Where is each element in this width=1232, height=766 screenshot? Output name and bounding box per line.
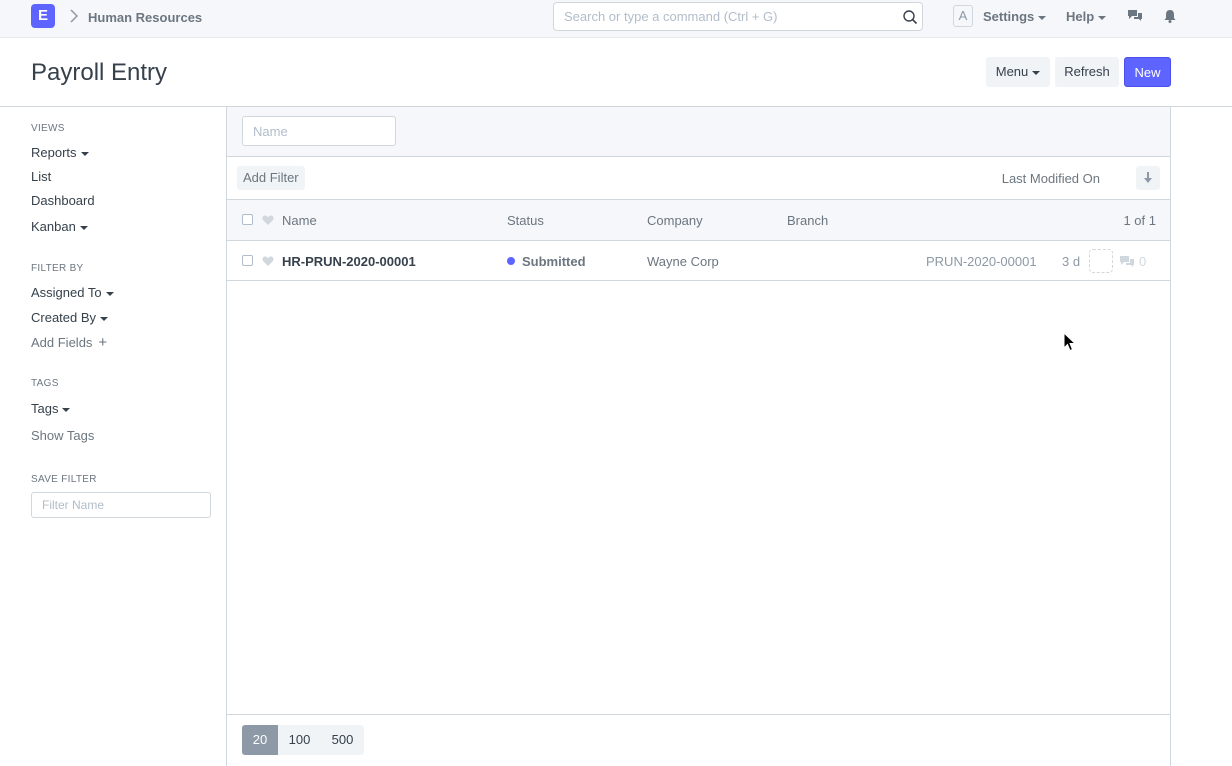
save-filter-heading: SAVE FILTER (31, 474, 97, 485)
refresh-button[interactable]: Refresh (1055, 57, 1119, 87)
settings-dropdown[interactable]: Settings (983, 9, 1047, 24)
comment-icon (1120, 256, 1134, 267)
show-tags-link[interactable]: Show Tags (31, 428, 94, 443)
caret-down-icon (1098, 15, 1107, 20)
status-indicator-dot (507, 257, 515, 265)
mouse-cursor-icon (1063, 332, 1077, 352)
navbar: E Human Resources A Settings Help (0, 0, 1232, 38)
caret-down-icon (100, 316, 109, 321)
sidebar-item-reports[interactable]: Reports (31, 145, 89, 160)
sidebar-item-list[interactable]: List (31, 169, 51, 184)
sidebar-item-assigned-to[interactable]: Assigned To (31, 285, 114, 300)
avatar[interactable]: A (953, 5, 973, 27)
comment-count: 0 (1139, 254, 1147, 269)
filter-by-heading: FILTER BY (31, 263, 84, 274)
modified-time: 3 d (1062, 254, 1081, 269)
filter-name-input[interactable] (31, 492, 211, 518)
assigned-to-label: Assigned To (31, 285, 102, 300)
document-id: PRUN-2020-00001 (926, 254, 1037, 269)
new-button[interactable]: New (1124, 57, 1171, 87)
heart-icon[interactable] (262, 255, 274, 267)
help-label: Help (1066, 9, 1095, 24)
assign-avatar-placeholder[interactable] (1089, 249, 1113, 273)
page-size-500-button[interactable]: 500 (321, 725, 364, 755)
page-length-selector: 20 100 500 (242, 725, 364, 755)
sidebar-item-kanban[interactable]: Kanban (31, 219, 88, 234)
caret-down-icon (79, 225, 88, 230)
caret-down-icon (1032, 70, 1041, 75)
kanban-label: Kanban (31, 219, 76, 234)
search-icon[interactable] (902, 9, 918, 25)
tags-heading: TAGS (31, 378, 59, 389)
caret-down-icon (62, 407, 71, 412)
reports-label: Reports (31, 145, 77, 160)
column-branch: Branch (787, 213, 829, 228)
column-status: Status (507, 213, 544, 228)
column-company: Company (647, 213, 703, 228)
list-header: Name Status Company Branch 1 of 1 (227, 200, 1170, 241)
sort-selector[interactable]: Last Modified On (1002, 171, 1100, 186)
page-head: Payroll Entry Menu Refresh New (0, 38, 1232, 107)
settings-label: Settings (983, 9, 1035, 24)
heart-icon[interactable] (262, 214, 274, 226)
standard-filter-bar (227, 107, 1170, 157)
column-name: Name (282, 213, 317, 228)
paging-area: 20 100 500 (227, 714, 1170, 766)
sort-order-button[interactable] (1136, 166, 1160, 190)
help-dropdown[interactable]: Help (1066, 9, 1107, 24)
list-view: Add Filter Last Modified On Name Status … (226, 107, 1171, 766)
caret-down-icon (105, 291, 114, 296)
chevron-right-icon (70, 9, 79, 23)
row-title-link[interactable]: HR-PRUN-2020-00001 (282, 254, 416, 269)
sidebar-item-created-by[interactable]: Created By (31, 310, 109, 325)
plus-icon: + (98, 334, 108, 351)
chat-icon[interactable] (1127, 8, 1143, 24)
menu-button[interactable]: Menu (986, 57, 1050, 87)
breadcrumb-module[interactable]: Human Resources (88, 10, 202, 25)
add-fields-link[interactable]: Add Fields + (31, 334, 107, 351)
list-count: 1 of 1 (1123, 213, 1156, 228)
filter-bar: Add Filter Last Modified On (227, 157, 1170, 200)
page-title: Payroll Entry (31, 59, 168, 86)
company-cell[interactable]: Wayne Corp (647, 254, 719, 269)
row-checkbox[interactable] (242, 255, 253, 266)
search-input[interactable] (554, 3, 884, 30)
tags-label: Tags (31, 401, 59, 416)
awesome-bar[interactable] (553, 2, 923, 31)
name-filter-input[interactable] (242, 116, 396, 146)
arrow-down-icon (1144, 172, 1152, 183)
bell-icon[interactable] (1162, 8, 1178, 24)
page-size-100-button[interactable]: 100 (278, 725, 321, 755)
add-fields-label: Add Fields (31, 335, 93, 350)
menu-label: Menu (995, 64, 1029, 79)
page-size-20-button[interactable]: 20 (242, 725, 278, 755)
caret-down-icon (80, 151, 89, 156)
sidebar-item-dashboard[interactable]: Dashboard (31, 193, 95, 208)
add-filter-button[interactable]: Add Filter (237, 166, 305, 190)
created-by-label: Created By (31, 310, 97, 325)
caret-down-icon (1038, 15, 1047, 20)
table-row[interactable]: HR-PRUN-2020-00001 Submitted Wayne Corp … (227, 241, 1170, 281)
views-heading: VIEWS (31, 123, 65, 134)
sidebar-item-tags[interactable]: Tags (31, 401, 71, 416)
select-all-checkbox[interactable] (242, 214, 253, 225)
app-logo[interactable]: E (31, 4, 55, 28)
status-badge[interactable]: Submitted (522, 254, 586, 269)
